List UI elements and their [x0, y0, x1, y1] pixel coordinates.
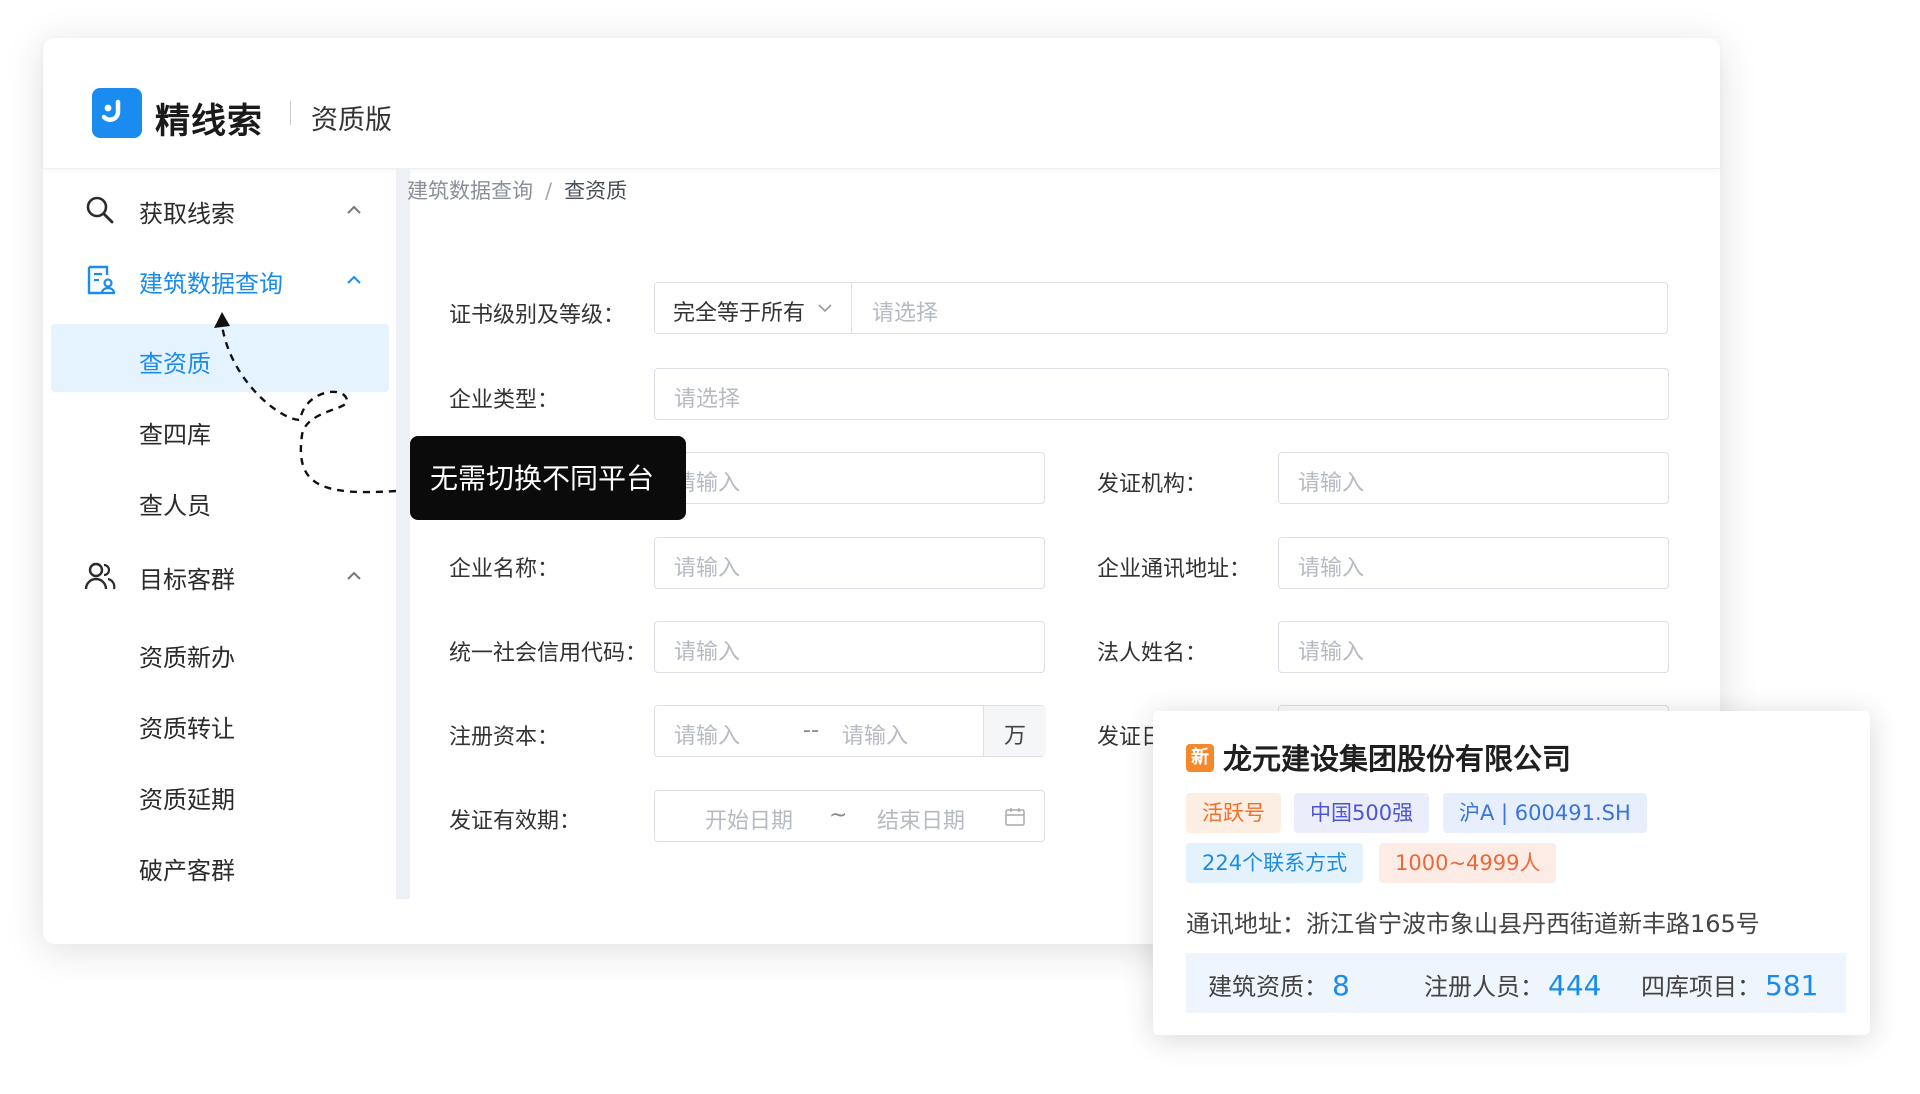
- match-mode-value: 完全等于所有: [673, 301, 806, 326]
- capital-min-input[interactable]: 请输入: [674, 718, 740, 750]
- company-stats: 建筑资质： 8 注册人员： 444 四库项目： 581: [1186, 953, 1846, 1013]
- company-address-label: 企业通讯地址：: [1097, 557, 1252, 582]
- new-badge: 新: [1186, 744, 1214, 772]
- sidebar-scrollbar[interactable]: [396, 169, 410, 899]
- sidebar-item-new-qualification[interactable]: 资质新办: [51, 618, 389, 686]
- legal-person-input[interactable]: 请输入: [1278, 621, 1669, 673]
- chevron-up-icon: [347, 275, 361, 284]
- sidebar: 获取线索 建筑数据查询 查资质 查四库 查人员 目标客群 资质新办 资质转让 资…: [43, 169, 395, 899]
- tag-active: 活跃号: [1186, 793, 1281, 833]
- dashed-arrow-annotation: [214, 312, 397, 494]
- legal-person-label: 法人姓名：: [1097, 641, 1208, 666]
- capital-unit: 万: [983, 706, 1046, 756]
- capital-unit-label: 万: [1004, 724, 1027, 749]
- credit-code-input[interactable]: 请输入: [654, 621, 1045, 673]
- users-icon: [84, 562, 116, 590]
- cert-number-input[interactable]: 请输入: [654, 452, 1045, 504]
- app-header: 精线索 资质版: [43, 38, 1720, 169]
- sidebar-item-qualification-extension[interactable]: 资质延期: [51, 760, 389, 828]
- document-user-icon: [87, 265, 116, 295]
- brand-name[interactable]: 精线索: [155, 93, 263, 144]
- sidebar-group-get-leads[interactable]: 获取线索: [43, 179, 395, 239]
- company-type-placeholder: 请选择: [674, 387, 741, 412]
- sidebar-group-label: 目标客群: [139, 566, 235, 594]
- stat-label: 四库项目：: [1641, 973, 1761, 1001]
- match-mode-select[interactable]: 完全等于所有: [655, 283, 852, 333]
- date-range-separator: ~: [829, 803, 848, 828]
- stat-qualifications[interactable]: 建筑资质： 8: [1208, 967, 1350, 1002]
- capital-max-input[interactable]: 请输入: [842, 718, 908, 750]
- chevron-down-icon: [818, 304, 832, 313]
- brand-logo-icon: [92, 88, 142, 138]
- tag-employees: 1000~4999人: [1379, 843, 1557, 883]
- stat-label: 建筑资质：: [1208, 973, 1328, 1001]
- brand-edition: 资质版: [311, 105, 392, 136]
- calendar-icon: [1005, 808, 1025, 826]
- end-date-placeholder: 结束日期: [877, 809, 966, 834]
- company-type-select[interactable]: 请选择: [654, 368, 1669, 420]
- tag-contacts[interactable]: 224个联系方式: [1186, 843, 1364, 883]
- sidebar-item-label: 破产客群: [139, 857, 235, 885]
- cert-level-label: 证书级别及等级：: [449, 303, 626, 328]
- credit-code-placeholder: 请输入: [674, 640, 741, 665]
- sidebar-item-label: 资质新办: [139, 644, 235, 672]
- sidebar-item-bankruptcy-customers[interactable]: 破产客群: [51, 831, 389, 899]
- legal-person-placeholder: 请输入: [1298, 640, 1365, 665]
- company-name-label: 企业名称：: [449, 557, 560, 582]
- breadcrumb-parent[interactable]: 建筑数据查询: [407, 179, 533, 203]
- company-address-input[interactable]: 请输入: [1278, 537, 1669, 589]
- company-address-placeholder: 请输入: [1298, 556, 1365, 581]
- sidebar-item-label: 资质延期: [139, 786, 235, 814]
- stat-four-library-projects[interactable]: 四库项目： 581: [1641, 967, 1818, 1002]
- chevron-up-icon: [347, 571, 361, 580]
- sidebar-item-label: 资质转让: [139, 715, 235, 743]
- no-switch-tooltip: 无需切换不同平台: [410, 436, 686, 520]
- breadcrumb-separator: /: [545, 179, 553, 203]
- issuing-authority-label: 发证机构：: [1097, 472, 1208, 497]
- cert-level-select[interactable]: 请选择: [872, 295, 938, 327]
- tag-stock-code: 沪A | 600491.SH: [1443, 793, 1647, 833]
- cert-level-field: 完全等于所有 请选择: [654, 282, 1668, 334]
- chevron-up-icon: [347, 205, 361, 214]
- address-value: 浙江省宁波市象山县丹西街道新丰路165号: [1306, 910, 1760, 938]
- sidebar-group-label: 建筑数据查询: [139, 270, 283, 298]
- tooltip-text: 无需切换不同平台: [430, 462, 655, 495]
- stat-value: 444: [1548, 969, 1602, 1002]
- company-address: 通讯地址：浙江省宁波市象山县丹西街道新丰路165号: [1186, 904, 1760, 939]
- sidebar-item-qualification-transfer[interactable]: 资质转让: [51, 689, 389, 757]
- sidebar-group-label: 获取线索: [139, 200, 235, 228]
- company-name-placeholder: 请输入: [674, 556, 741, 581]
- issuing-authority-input[interactable]: 请输入: [1278, 452, 1669, 504]
- address-label: 通讯地址：: [1186, 910, 1306, 938]
- search-icon: [86, 196, 114, 224]
- breadcrumb: 建筑数据查询 / 查资质: [407, 175, 627, 205]
- validity-date-range[interactable]: 开始日期 ~ 结束日期: [654, 790, 1045, 842]
- credit-code-label: 统一社会信用代码：: [449, 641, 648, 666]
- capital-range-dash: --: [803, 718, 819, 743]
- company-type-label: 企业类型：: [449, 388, 560, 413]
- capital-range-field: 请输入 -- 请输入 万: [654, 705, 1046, 757]
- brand-divider: [290, 101, 291, 125]
- sidebar-group-target-customers[interactable]: 目标客群: [43, 545, 395, 605]
- company-card[interactable]: 新 龙元建设集团股份有限公司 活跃号 中国500强 沪A | 600491.SH…: [1153, 711, 1870, 1035]
- stat-value: 8: [1332, 969, 1350, 1002]
- start-date-placeholder: 开始日期: [705, 809, 794, 834]
- sidebar-group-construction-data[interactable]: 建筑数据查询: [43, 249, 395, 309]
- validity-label: 发证有效期：: [449, 809, 582, 834]
- company-name[interactable]: 龙元建设集团股份有限公司: [1223, 736, 1571, 778]
- stat-registered-personnel[interactable]: 注册人员： 444: [1424, 967, 1601, 1002]
- issuing-authority-placeholder: 请输入: [1298, 471, 1365, 496]
- company-name-input[interactable]: 请输入: [654, 537, 1045, 589]
- breadcrumb-current: 查资质: [564, 179, 628, 203]
- stat-label: 注册人员：: [1424, 973, 1544, 1001]
- stat-value: 581: [1765, 969, 1819, 1002]
- tag-china-500: 中国500强: [1294, 793, 1430, 833]
- capital-label: 注册资本：: [449, 725, 560, 750]
